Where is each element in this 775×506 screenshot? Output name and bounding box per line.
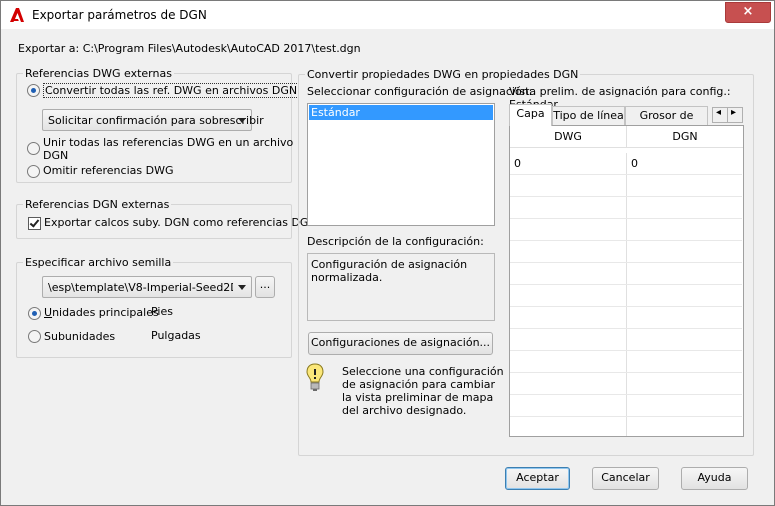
seed-file-combo[interactable]: \esp\template\V8-Imperial-Seed2D.dgn (42, 276, 252, 298)
tip-line-2: de asignación para cambiar (342, 378, 496, 391)
cancel-button[interactable]: Cancelar (592, 467, 659, 490)
autocad-logo-icon (10, 8, 24, 22)
master-units-label[interactable]: Unidades principales (44, 306, 159, 319)
help-button[interactable]: Ayuda (681, 467, 748, 490)
mapping-preview-grid: DWG DGN 0 0 (509, 125, 744, 437)
omit-refs-radio[interactable] (27, 165, 40, 178)
tab-layer[interactable]: Capa (509, 104, 552, 126)
table-row (510, 395, 742, 417)
tab-scroll-left-button[interactable]: ◂ (712, 107, 728, 123)
export-dgn-dialog: Exportar parámetros de DGN × Exportar a:… (0, 0, 775, 506)
export-path-label: Exportar a: C:\Program Files\Autodesk\Au… (18, 42, 361, 55)
setup-list-item[interactable]: Estándar (309, 105, 493, 120)
sub-units-label[interactable]: Subunidades (44, 330, 115, 343)
export-underlays-label[interactable]: Exportar calcos suby. DGN como referenci… (44, 216, 317, 229)
table-row (510, 175, 742, 197)
bind-refs-radio[interactable] (27, 142, 40, 155)
table-row (510, 307, 742, 329)
tab-scroll-right-button[interactable]: ▸ (727, 107, 743, 123)
omit-refs-label[interactable]: Omitir referencias DWG (43, 164, 173, 177)
table-row (510, 285, 742, 307)
export-underlays-checkbox[interactable] (28, 217, 41, 230)
table-row (510, 351, 742, 373)
setup-description-box: Configuración de asignación normalizada. (307, 253, 495, 321)
overwrite-confirm-value: Solicitar confirmación para sobrescribir (48, 114, 264, 127)
table-row (510, 373, 742, 395)
tab-lineweight[interactable]: Grosor de línea (625, 106, 708, 140)
bind-refs-label-line2[interactable]: DGN (43, 149, 68, 162)
chevron-left-icon: ◂ (716, 107, 722, 118)
seed-file-value: \esp\template\V8-Imperial-Seed2D.dgn (48, 281, 233, 294)
table-row (510, 263, 742, 285)
grid-header-dgn: DGN (627, 126, 743, 148)
grid-cell-dwg: 0 (510, 153, 627, 174)
table-row (510, 219, 742, 241)
master-units-value: Pies (151, 305, 173, 318)
bind-refs-label-line1[interactable]: Unir todas las referencias DWG en un arc… (43, 136, 293, 149)
mapping-setup-list[interactable]: Estándar (307, 103, 495, 226)
chevron-right-icon: ▸ (731, 107, 737, 118)
tip-line-3: la vista preliminar de mapa (342, 391, 494, 404)
convert-refs-radio[interactable] (27, 84, 40, 97)
setup-description-text: Configuración de asignación normalizada. (311, 258, 468, 284)
seed-file-title: Especificar archivo semilla (23, 256, 174, 269)
grid-header-dwg: DWG (510, 126, 627, 148)
convert-refs-label[interactable]: Convertir todas las ref. DWG en archivos… (43, 83, 300, 98)
table-row (510, 417, 742, 436)
browse-seed-button[interactable]: ... (255, 276, 275, 298)
ok-button[interactable]: Aceptar (505, 467, 570, 490)
tip-line-4: del archivo designado. (342, 404, 467, 417)
tab-linetype[interactable]: Tipo de línea (552, 106, 625, 126)
dwg-refs-title: Referencias DWG externas (23, 67, 174, 80)
close-icon: × (742, 4, 754, 19)
close-button[interactable]: × (725, 2, 771, 23)
mapping-group-title: Convertir propiedades DWG en propiedades… (305, 68, 581, 81)
window-title: Exportar parámetros de DGN (32, 8, 207, 22)
dgn-refs-title: Referencias DGN externas (23, 198, 172, 211)
select-setup-label: Seleccionar configuración de asignación: (307, 85, 533, 98)
sub-units-radio[interactable] (28, 330, 41, 343)
chevron-down-icon (238, 118, 246, 123)
table-row (510, 329, 742, 351)
master-units-radio[interactable] (28, 307, 41, 320)
title-bar: Exportar parámetros de DGN × (1, 1, 774, 29)
tip-line-1: Seleccione una configuración (342, 365, 504, 378)
table-row (510, 241, 742, 263)
table-row: 0 0 (510, 153, 742, 175)
mapping-setups-button[interactable]: Configuraciones de asignación... (308, 332, 493, 355)
lightbulb-icon (306, 363, 324, 391)
chevron-down-icon (238, 285, 246, 290)
grid-cell-dgn: 0 (627, 153, 743, 174)
table-row (510, 197, 742, 219)
sub-units-value: Pulgadas (151, 329, 201, 342)
setup-description-label: Descripción de la configuración: (307, 235, 484, 248)
overwrite-confirm-combo[interactable]: Solicitar confirmación para sobrescribir (42, 109, 264, 131)
